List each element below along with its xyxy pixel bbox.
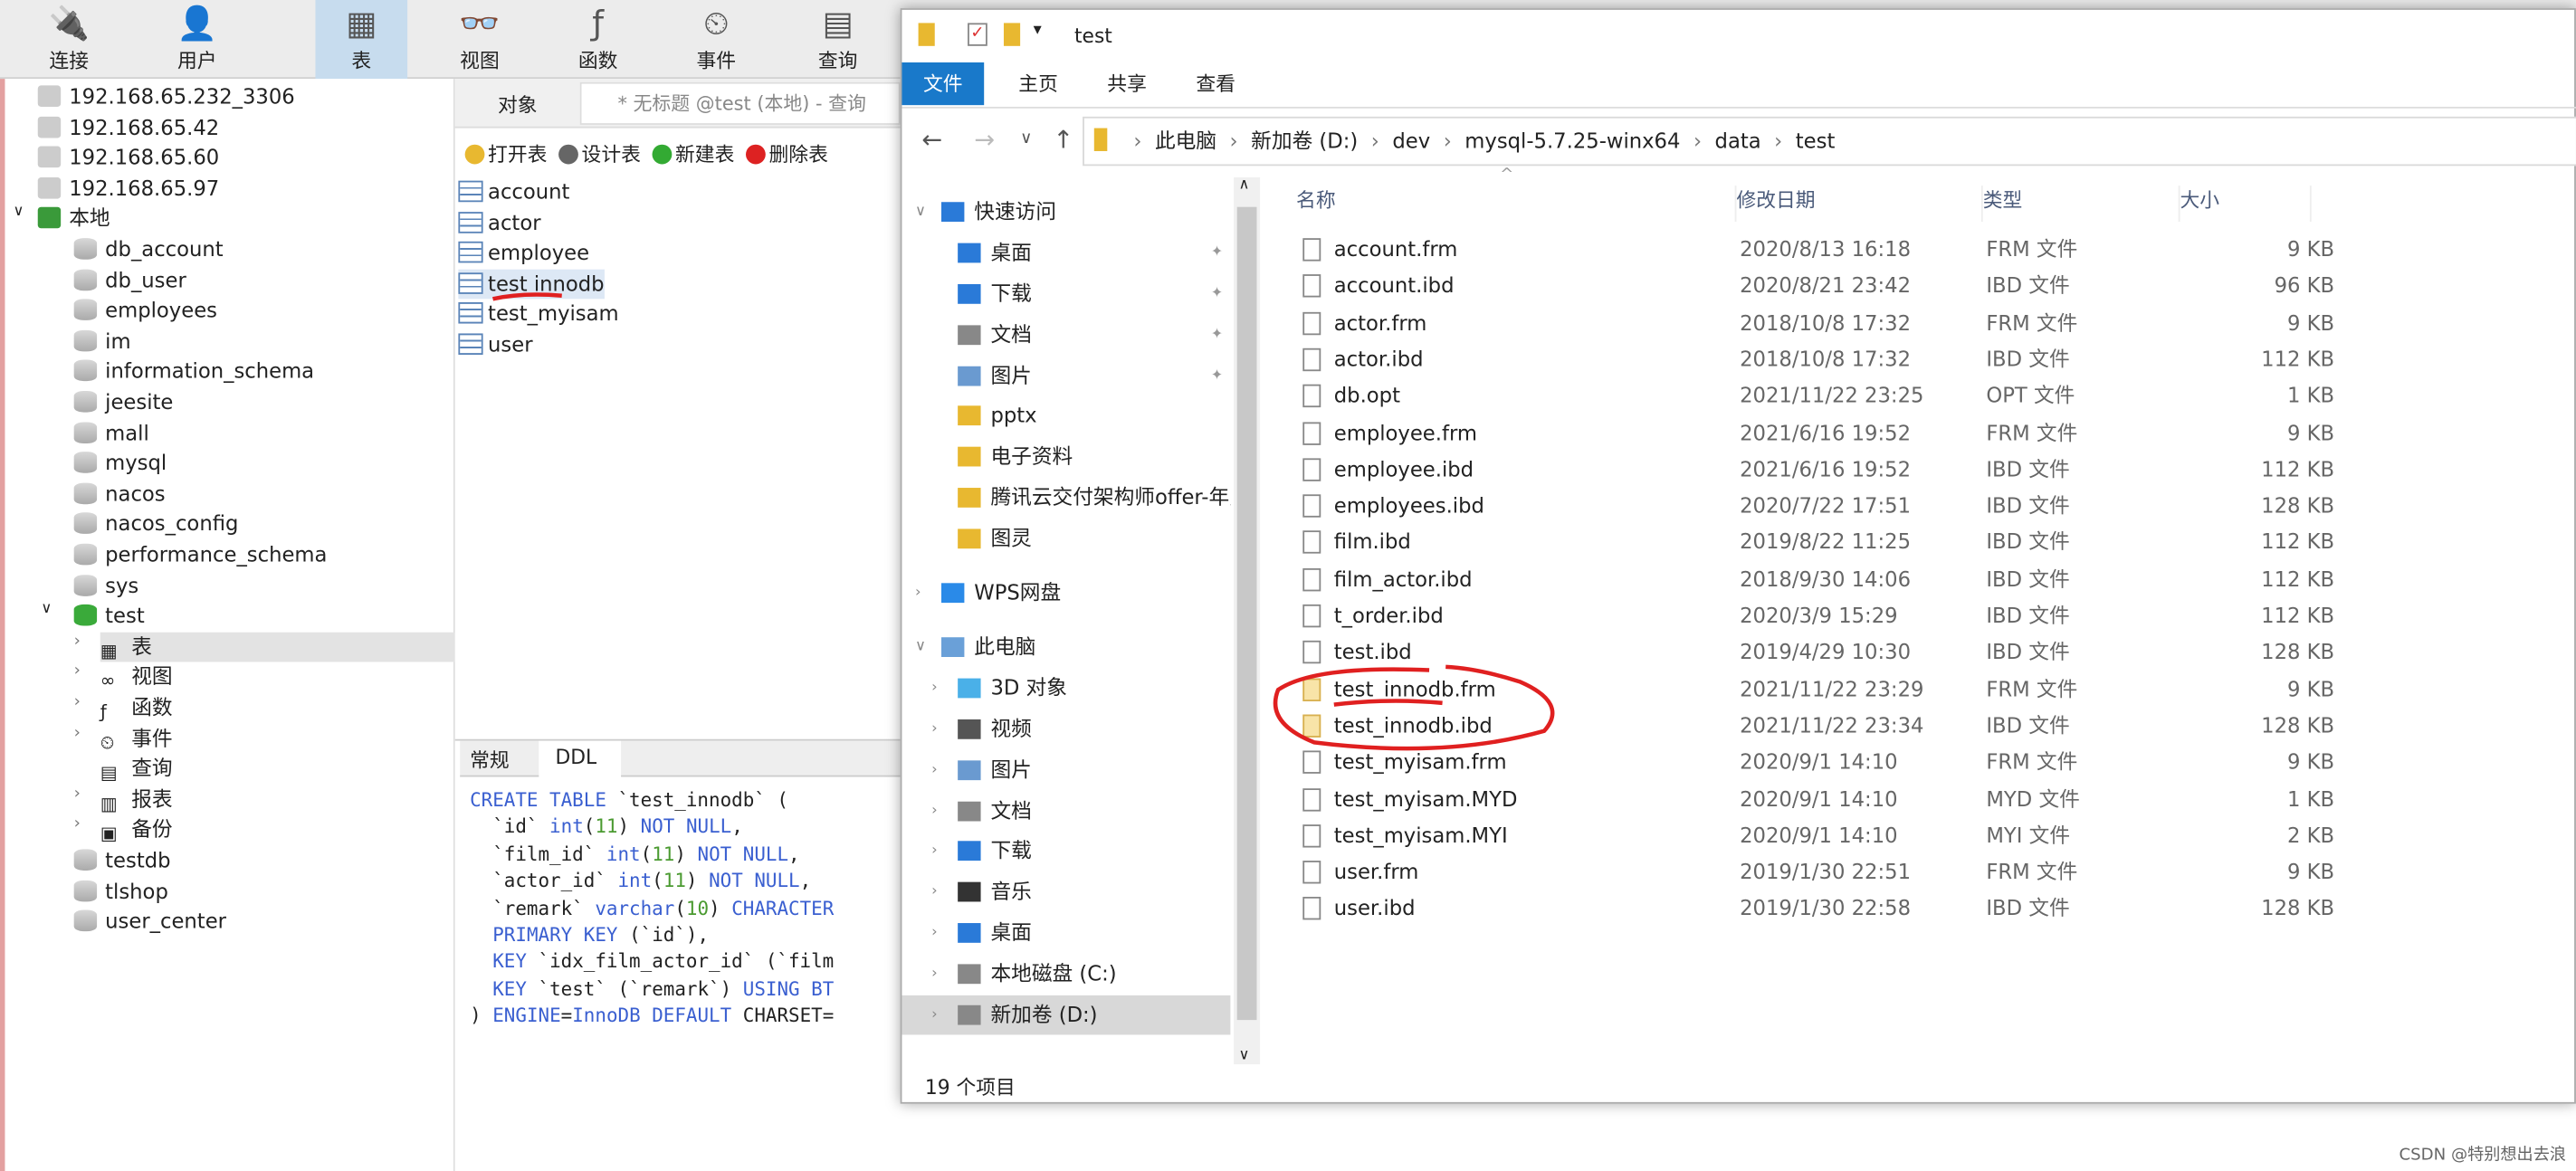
annotation-underline xyxy=(492,292,562,301)
annotation-layer xyxy=(492,292,1555,751)
annotation-circle xyxy=(1273,664,1555,751)
watermark: CSDN @特别想出去浪 xyxy=(2399,1146,2567,1165)
annotation-underline xyxy=(1333,699,1443,707)
